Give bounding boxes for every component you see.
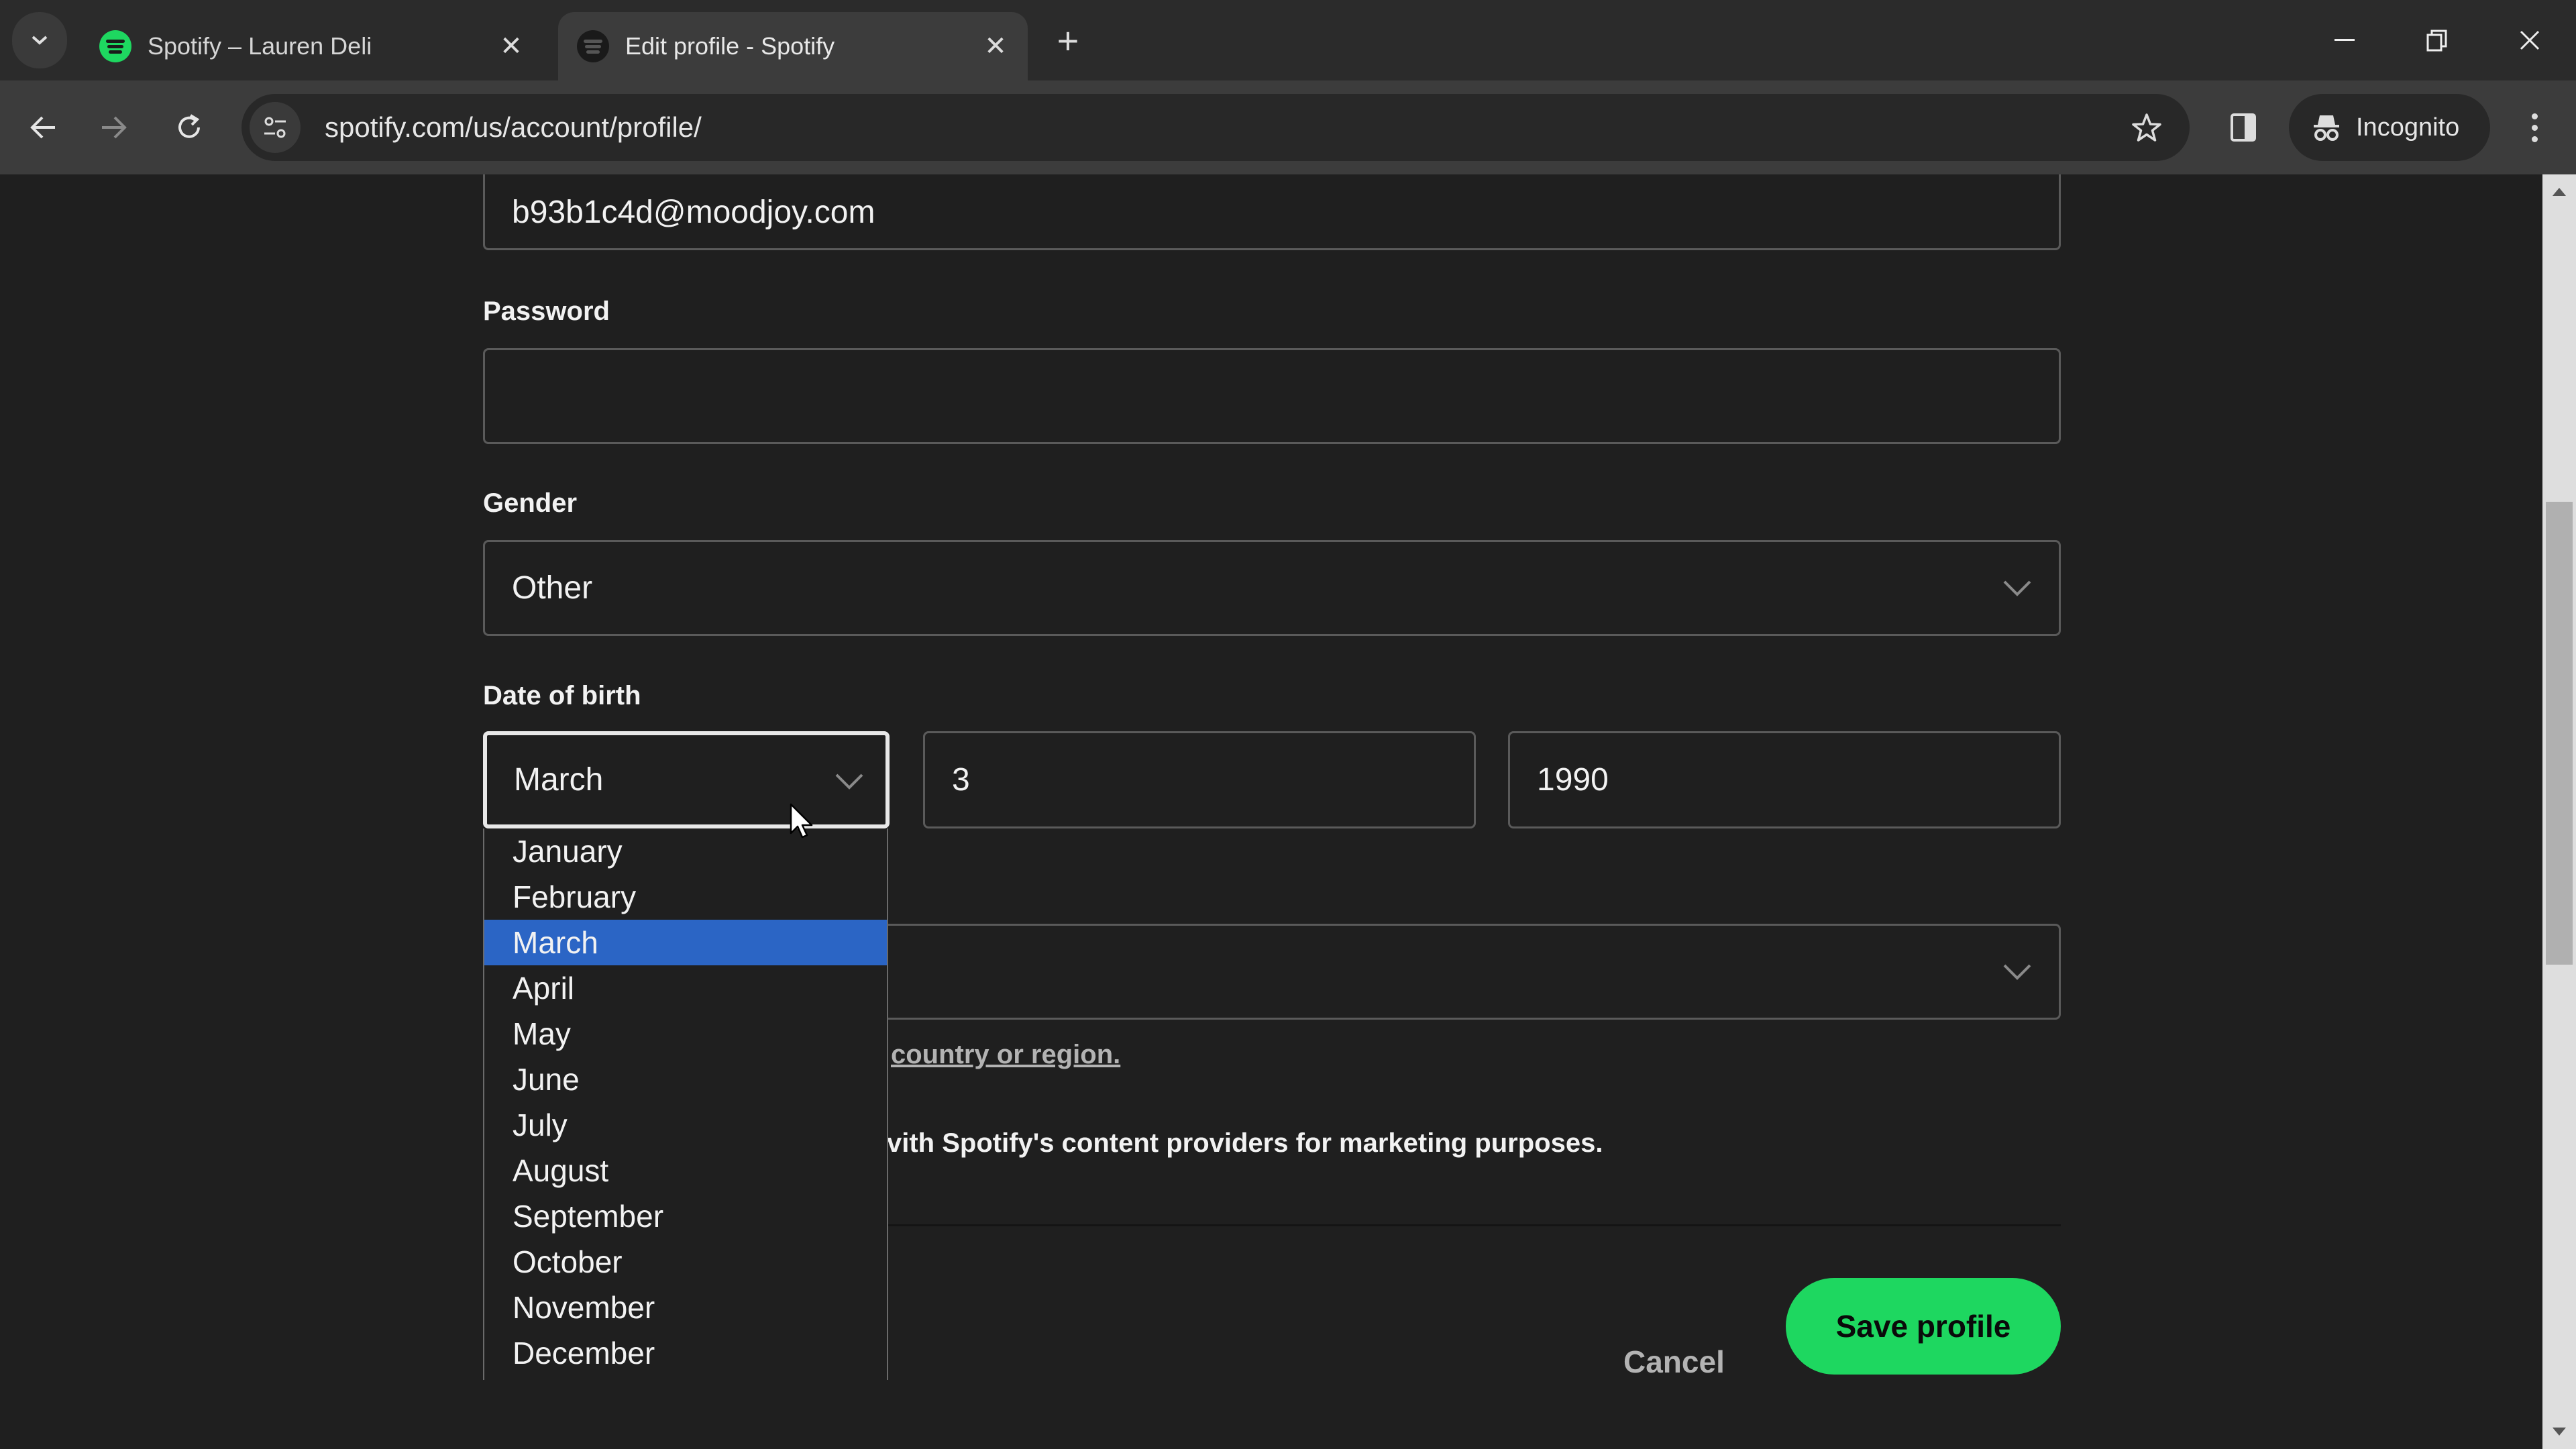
dob-year-field[interactable]: 1990: [1508, 731, 2061, 828]
dob-month-value: March: [514, 762, 604, 798]
close-icon: [2520, 30, 2540, 50]
month-option[interactable]: May: [484, 1011, 887, 1057]
minimize-button[interactable]: [2314, 13, 2375, 67]
restore-button[interactable]: [2407, 13, 2467, 67]
arrow-right-icon: [102, 116, 127, 139]
dob-day-value: 3: [952, 762, 970, 798]
browser-toolbar: spotify.com/us/account/profile/ Incognit…: [0, 80, 2576, 174]
address-bar[interactable]: spotify.com/us/account/profile/: [241, 94, 2190, 161]
chevron-down-icon: [32, 36, 48, 45]
month-option[interactable]: February: [484, 874, 887, 920]
dob-year-value: 1990: [1537, 762, 1609, 798]
url-text[interactable]: spotify.com/us/account/profile/: [325, 111, 2120, 144]
incognito-icon: [2314, 115, 2339, 141]
restore-icon: [2426, 30, 2447, 52]
gender-select[interactable]: Other: [483, 540, 2061, 636]
tab-edit-profile[interactable]: Edit profile - Spotify ✕: [558, 12, 1028, 80]
month-option[interactable]: December: [484, 1330, 887, 1376]
forward-button[interactable]: [86, 99, 142, 156]
plus-icon: +: [1057, 19, 1079, 62]
month-dropdown-list: January February March April May June Ju…: [483, 828, 888, 1380]
star-icon: [2132, 113, 2161, 142]
month-option-selected[interactable]: March: [484, 920, 887, 965]
country-or-region-link[interactable]: country or region.: [891, 1040, 1120, 1070]
close-tab-icon[interactable]: ✕: [498, 32, 525, 61]
save-profile-button[interactable]: Save profile: [1786, 1278, 2061, 1375]
marketing-consent-text: vith Spotify's content providers for mar…: [887, 1128, 1603, 1158]
save-label: Save profile: [1835, 1309, 2011, 1344]
month-option[interactable]: January: [484, 828, 887, 874]
browser-menu-button[interactable]: [2506, 99, 2563, 156]
incognito-label: Incognito: [2356, 113, 2460, 142]
password-field[interactable]: [483, 348, 2061, 444]
month-option[interactable]: June: [484, 1057, 887, 1102]
month-option[interactable]: August: [484, 1148, 887, 1193]
scroll-up-arrow-icon[interactable]: [2553, 188, 2566, 196]
close-tab-icon[interactable]: ✕: [982, 32, 1009, 61]
close-window-button[interactable]: [2500, 13, 2560, 67]
scrollbar-thumb[interactable]: [2546, 502, 2573, 965]
side-panel-button[interactable]: [2215, 99, 2271, 156]
dob-label: Date of birth: [483, 681, 641, 710]
new-tab-button[interactable]: +: [1046, 19, 1089, 62]
month-option[interactable]: October: [484, 1239, 887, 1285]
tab-title: Spotify – Lauren Deli: [148, 32, 372, 60]
dob-day-field[interactable]: 3: [923, 731, 1476, 828]
month-option[interactable]: September: [484, 1193, 887, 1239]
tab-search-button[interactable]: [12, 12, 67, 68]
password-label: Password: [483, 297, 610, 326]
browser-titlebar: Spotify – Lauren Deli ✕ Edit profile - S…: [0, 0, 2576, 80]
dob-month-select[interactable]: March: [483, 731, 890, 828]
more-vert-icon: [2531, 113, 2538, 119]
bookmark-button[interactable]: [2120, 101, 2174, 154]
month-option[interactable]: November: [484, 1285, 887, 1330]
arrow-left-icon: [30, 116, 55, 139]
gender-label: Gender: [483, 488, 578, 518]
spotify-favicon-icon: [99, 30, 131, 62]
cancel-button[interactable]: Cancel: [1623, 1315, 1725, 1409]
page-scrollbar[interactable]: [2542, 174, 2576, 1449]
month-option[interactable]: July: [484, 1102, 887, 1148]
tab-spotify-lauren-deli[interactable]: Spotify – Lauren Deli ✕: [80, 12, 543, 80]
email-field[interactable]: b93b1c4d@moodjoy.com: [483, 174, 2061, 250]
chevron-down-icon: [2003, 580, 2031, 596]
scroll-down-arrow-icon[interactable]: [2553, 1428, 2566, 1436]
tab-title: Edit profile - Spotify: [625, 32, 835, 60]
reload-icon: [178, 114, 200, 138]
reload-button[interactable]: [161, 99, 217, 156]
spotify-favicon-icon: [577, 30, 609, 62]
incognito-indicator[interactable]: Incognito: [2289, 94, 2490, 161]
cancel-label: Cancel: [1623, 1344, 1725, 1379]
site-info-button[interactable]: [250, 102, 301, 153]
minimize-icon: [2334, 39, 2355, 41]
tune-icon: [264, 117, 286, 138]
back-button[interactable]: [15, 99, 71, 156]
mouse-cursor-icon: [790, 803, 813, 839]
email-value: b93b1c4d@moodjoy.com: [512, 195, 875, 230]
chevron-down-icon: [835, 773, 863, 790]
month-option[interactable]: April: [484, 965, 887, 1011]
chevron-down-icon: [2003, 964, 2031, 980]
edit-profile-page: b93b1c4d@moodjoy.com Password Gender Oth…: [0, 174, 2542, 1449]
side-panel-icon: [2231, 113, 2256, 142]
gender-value: Other: [512, 570, 593, 606]
